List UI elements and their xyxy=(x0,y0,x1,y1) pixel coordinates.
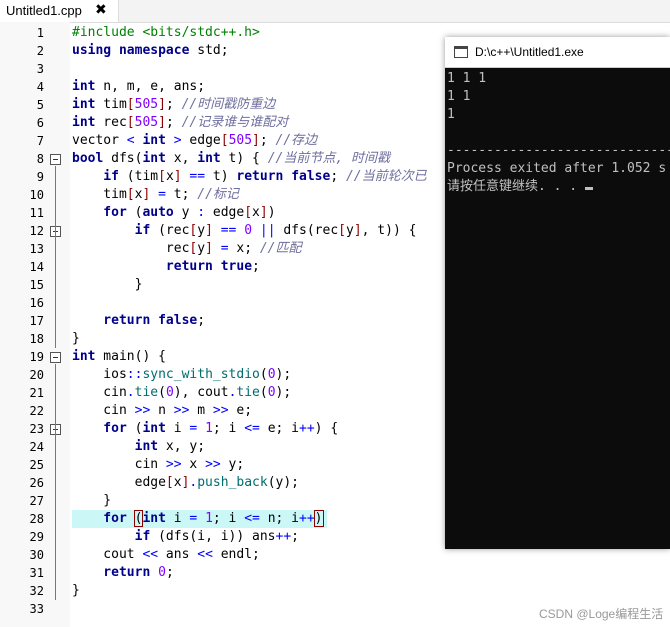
line-number: 9 xyxy=(36,170,44,184)
line-number: 23 xyxy=(29,422,44,436)
code-text: for (int i = 1; i <= n; i++) xyxy=(72,510,327,528)
line-number: 1 xyxy=(36,26,44,40)
code-text: int x, y; xyxy=(72,439,206,454)
line-number: 16 xyxy=(29,296,44,310)
line-number: 25 xyxy=(29,458,44,472)
code-text: edge[x].push_back(y); xyxy=(72,475,299,490)
console-window[interactable]: D:\c++\Untitled1.exe 1 1 1 1 1 1 ---------… xyxy=(445,37,670,549)
code-text: cin >> x >> y; xyxy=(72,457,245,472)
console-separator: -------------------------------- xyxy=(447,143,670,158)
line-number: 3 xyxy=(36,62,44,76)
code-text: if (rec[y] == 0 || dfs(rec[y], t)) { xyxy=(72,223,417,238)
code-text: int tim[505]; //时间戳防重边 xyxy=(72,97,276,112)
console-line: 1 1 1 xyxy=(447,71,487,86)
line-number: 33 xyxy=(29,602,44,616)
code-text: tim[x] = t; //标记 xyxy=(72,187,239,202)
code-line: 31 return 0; xyxy=(0,564,670,582)
line-number: 4 xyxy=(36,80,44,94)
code-text: cout << ans << endl; xyxy=(72,547,260,562)
code-text: for (int i = 1; i <= e; i++) { xyxy=(72,421,339,436)
line-number: 31 xyxy=(29,566,44,580)
code-text: int n, m, e, ans; xyxy=(72,79,206,94)
console-line: 请按任意键继续. . . xyxy=(447,178,670,196)
code-text: if (tim[x] == t) return false; //当前轮次已 xyxy=(72,169,427,184)
code-text: return true; xyxy=(72,259,260,274)
code-text: } xyxy=(72,493,112,508)
console-line: Process exited after 1.052 s xyxy=(447,161,667,176)
line-number: 29 xyxy=(29,530,44,544)
line-number: 17 xyxy=(29,314,44,328)
code-text: return false; xyxy=(72,313,206,328)
console-prompt: 请按任意键继续. . . xyxy=(447,179,585,194)
line-number: 12 xyxy=(29,224,44,238)
line-number: 13 xyxy=(29,242,44,256)
code-text: } xyxy=(72,583,80,598)
line-number: 30 xyxy=(29,548,44,562)
code-text: } xyxy=(72,331,80,346)
code-text: #include <bits/stdc++.h> xyxy=(72,25,260,40)
tab-untitled1[interactable]: Untitled1.cpp ✖ xyxy=(0,0,119,22)
line-number: 11 xyxy=(29,206,44,220)
line-number: 14 xyxy=(29,260,44,274)
code-text: } xyxy=(72,277,143,292)
line-number: 24 xyxy=(29,440,44,454)
line-number: 6 xyxy=(36,116,44,130)
tab-label: Untitled1.cpp xyxy=(6,3,82,18)
code-line: 32} xyxy=(0,582,670,600)
console-line: 1 1 xyxy=(447,89,471,104)
line-number: 32 xyxy=(29,584,44,598)
code-text: ios::sync_with_stdio(0); xyxy=(72,367,292,382)
code-text: cin.tie(0), cout.tie(0); xyxy=(72,385,292,400)
code-text: vector < int > edge[505]; //存边 xyxy=(72,133,318,148)
line-number: 27 xyxy=(29,494,44,508)
line-number: 8 xyxy=(36,152,44,166)
line-number: 21 xyxy=(29,386,44,400)
line-number: 7 xyxy=(36,134,44,148)
console-line: 1 xyxy=(447,107,455,122)
line-number: 15 xyxy=(29,278,44,292)
line-number: 19 xyxy=(29,350,44,364)
console-output: 1 1 1 1 1 1 ------------------------------… xyxy=(447,70,670,196)
cursor-icon xyxy=(584,187,593,190)
line-number: 28 xyxy=(29,512,44,526)
code-text: bool dfs(int x, int t) { //当前节点, 时间戳 xyxy=(72,151,391,166)
console-title-bar[interactable]: D:\c++\Untitled1.exe xyxy=(445,37,670,68)
code-text: using namespace std; xyxy=(72,43,229,58)
line-number: 18 xyxy=(29,332,44,346)
line-number: 26 xyxy=(29,476,44,490)
code-text: rec[y] = x; //匹配 xyxy=(72,241,302,256)
code-text: if (dfs(i, i)) ans++; xyxy=(72,529,299,544)
code-text: int main() { xyxy=(72,349,166,364)
close-icon[interactable]: ✖ xyxy=(95,1,107,18)
code-text: int rec[505]; //记录谁与谁配对 xyxy=(72,115,289,130)
code-text: return 0; xyxy=(72,565,174,580)
line-number: 10 xyxy=(29,188,44,202)
watermark: CSDN @Loge编程生活 xyxy=(539,607,664,621)
line-number: 5 xyxy=(36,98,44,112)
console-title: D:\c++\Untitled1.exe xyxy=(475,45,584,59)
console-app-icon xyxy=(454,46,468,58)
tab-bar: Untitled1.cpp ✖ xyxy=(0,0,670,23)
code-text: for (auto y : edge[x]) xyxy=(72,205,276,220)
line-number: 2 xyxy=(36,44,44,58)
line-number: 22 xyxy=(29,404,44,418)
code-text: cin >> n >> m >> e; xyxy=(72,403,253,418)
line-number: 20 xyxy=(29,368,44,382)
